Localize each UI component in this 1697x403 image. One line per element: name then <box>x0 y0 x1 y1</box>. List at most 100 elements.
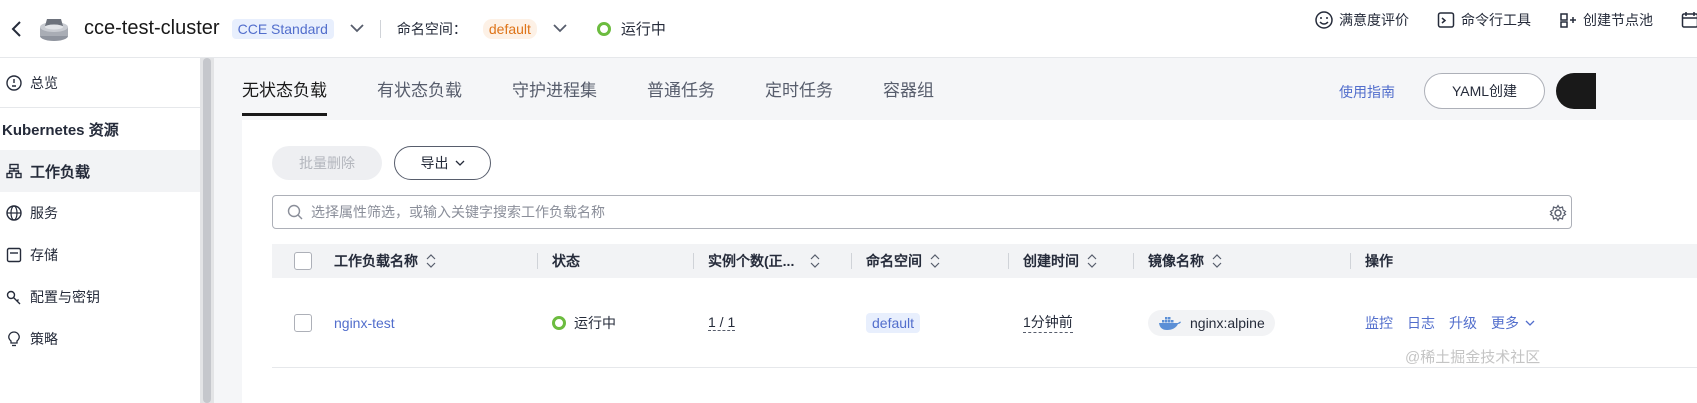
row-status-text: 运行中 <box>574 314 616 331</box>
create-workload-button[interactable] <box>1556 73 1596 109</box>
row-status-cell: 运行中 <box>538 313 694 333</box>
storage-icon <box>6 247 22 263</box>
docker-icon <box>1159 316 1181 330</box>
row-actions-cell: 监控 日志 升级 更多 <box>1351 313 1535 333</box>
namespace-selector[interactable]: default <box>482 18 537 39</box>
header-instances[interactable]: 实例个数(正... <box>694 244 852 278</box>
cli-tool-button[interactable]: 命令行工具 <box>1437 10 1531 30</box>
tab-daemonsets[interactable]: 守护进程集 <box>512 76 597 116</box>
chevron-down-icon[interactable] <box>1525 320 1535 326</box>
top-bar: cce-test-cluster CCE Standard 命名空间： defa… <box>0 0 1697 58</box>
back-arrow-icon[interactable] <box>6 19 26 39</box>
divider <box>379 19 381 38</box>
smile-icon <box>1315 11 1333 29</box>
workload-name-link[interactable]: nginx-test <box>334 315 395 331</box>
workload-icon <box>6 163 22 179</box>
key-icon <box>6 290 21 305</box>
running-status-icon <box>596 21 611 36</box>
tab-statefulsets[interactable]: 有状态负载 <box>377 76 462 116</box>
namespace-chip: default <box>866 312 921 333</box>
create-nodepool-button[interactable]: 创建节点池 <box>1559 10 1653 30</box>
sidebar-group-kubernetes: Kubernetes 资源 <box>2 121 119 139</box>
search-bar[interactable] <box>272 195 1572 229</box>
row-name-cell: nginx-test <box>334 315 538 331</box>
sidebar-item-label: 工作负载 <box>30 163 91 181</box>
batch-delete-button[interactable]: 批量删除 <box>272 146 382 180</box>
terminal-icon <box>1437 12 1455 28</box>
cluster-name: cce-test-cluster <box>84 17 220 39</box>
upgrade-link[interactable]: 升级 <box>1449 313 1477 333</box>
header-image[interactable]: 镜像名称 <box>1134 244 1351 278</box>
logs-link[interactable]: 日志 <box>1407 313 1435 333</box>
sort-icon[interactable] <box>426 254 436 268</box>
table-header: 工作负载名称 状态 实例个数(正... 命名空间 创建时间 镜像名称 操作 <box>272 244 1697 278</box>
sort-icon[interactable] <box>1212 254 1222 268</box>
header-label: 工作负载名称 <box>334 253 418 269</box>
namespace-label: 命名空间： <box>396 20 467 37</box>
yaml-create-button[interactable]: YAML创建 <box>1424 73 1545 109</box>
cluster-logo-icon <box>38 15 70 43</box>
row-instances-cell: 1 / 1 <box>694 314 852 331</box>
more-link[interactable]: 更多 <box>1491 313 1519 333</box>
export-button[interactable]: 导出 <box>394 146 491 180</box>
usage-guide-link[interactable]: 使用指南 <box>1339 82 1395 102</box>
header-status: 状态 <box>538 244 694 278</box>
header-actions: 操作 <box>1351 244 1393 278</box>
gear-icon[interactable] <box>1549 204 1567 222</box>
calendar-icon <box>1681 12 1697 28</box>
sidebar-item-label: 存储 <box>30 247 58 263</box>
chevron-down-icon <box>455 160 464 166</box>
image-name: nginx:alpine <box>1190 314 1265 331</box>
header-label: 操作 <box>1365 253 1393 269</box>
cli-tool-label: 命令行工具 <box>1461 12 1531 28</box>
satisfaction-label: 满意度评价 <box>1339 12 1409 28</box>
sidebar-item-workloads[interactable]: 工作负载 <box>0 150 200 192</box>
search-input[interactable] <box>311 204 1511 220</box>
header-name[interactable]: 工作负载名称 <box>334 244 538 278</box>
monitor-link[interactable]: 监控 <box>1365 313 1393 333</box>
satisfaction-button[interactable]: 满意度评价 <box>1315 10 1409 30</box>
select-all-checkbox[interactable] <box>294 252 312 270</box>
bulb-icon <box>8 331 20 347</box>
row-namespace-cell: default <box>852 312 1009 333</box>
tab-pods[interactable]: 容器组 <box>883 76 934 116</box>
sidebar-item-config-secrets[interactable]: 配置与密钥 <box>0 276 200 318</box>
header-label: 实例个数(正... <box>708 253 795 269</box>
create-nodepool-label: 创建节点池 <box>1583 12 1653 28</box>
sidebar-item-policy[interactable]: 策略 <box>0 318 200 360</box>
globe-icon <box>6 205 22 221</box>
cluster-status: 运行中 <box>620 21 666 38</box>
created-time[interactable]: 1分钟前 <box>1023 312 1073 333</box>
running-status-icon <box>552 315 566 330</box>
header-namespace[interactable]: 命名空间 <box>852 244 1009 278</box>
top-actions: 满意度评价 命令行工具 创建节点池 <box>1287 0 1697 40</box>
row-checkbox[interactable] <box>294 313 312 332</box>
sidebar-scrollbar-thumb[interactable] <box>203 58 211 403</box>
image-chip: nginx:alpine <box>1148 309 1275 336</box>
sort-icon[interactable] <box>930 254 940 268</box>
namespace-chevron-down-icon[interactable] <box>551 20 569 38</box>
calendar-button[interactable] <box>1681 11 1697 29</box>
header-created[interactable]: 创建时间 <box>1009 244 1134 278</box>
sidebar-item-overview[interactable]: 总览 <box>0 58 200 108</box>
cluster-switch-chevron-down-icon[interactable] <box>348 20 366 38</box>
row-select-cell <box>272 313 334 332</box>
sidebar: 总览 Kubernetes 资源 工作负载 服务 存储 配置与密钥 策略 <box>0 58 200 403</box>
sort-icon[interactable] <box>810 254 820 268</box>
sidebar-item-storage[interactable]: 存储 <box>0 234 200 276</box>
instance-count[interactable]: 1 / 1 <box>708 314 736 331</box>
row-created-cell: 1分钟前 <box>1009 312 1134 333</box>
sidebar-item-services[interactable]: 服务 <box>0 192 200 234</box>
header-label: 状态 <box>552 253 580 269</box>
sort-icon[interactable] <box>1087 254 1097 268</box>
header-label: 镜像名称 <box>1148 253 1204 269</box>
header-label: 创建时间 <box>1023 253 1079 269</box>
nodepool-icon <box>1560 13 1576 28</box>
tab-cronjobs[interactable]: 定时任务 <box>765 76 833 116</box>
header-select-cell <box>272 244 334 278</box>
cluster-edition-badge: CCE Standard <box>231 18 334 39</box>
tab-jobs[interactable]: 普通任务 <box>647 76 715 116</box>
header-label: 命名空间 <box>866 253 922 269</box>
sidebar-item-label: 配置与密钥 <box>30 289 100 305</box>
tab-deployments[interactable]: 无状态负载 <box>242 76 327 116</box>
